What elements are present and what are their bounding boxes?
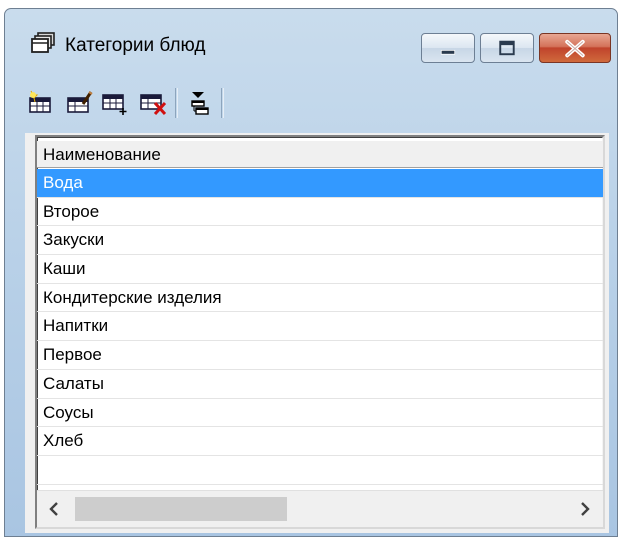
grid-rows: Вода Второе Закуски Каши Кондитерские из… bbox=[37, 169, 603, 485]
close-button[interactable] bbox=[539, 33, 611, 63]
table-row[interactable]: Вода bbox=[37, 169, 603, 198]
empty-row bbox=[37, 456, 603, 485]
move-down-icon[interactable] bbox=[185, 90, 213, 116]
close-icon bbox=[565, 39, 585, 58]
table-row[interactable]: Второе bbox=[37, 198, 603, 227]
window-title: Категории блюд bbox=[65, 35, 206, 56]
table-row[interactable]: Салаты bbox=[37, 370, 603, 399]
table-row[interactable]: Каши bbox=[37, 255, 603, 284]
table-row[interactable]: Соусы bbox=[37, 399, 603, 428]
horizontal-scrollbar[interactable] bbox=[37, 490, 603, 527]
minimize-icon bbox=[440, 49, 456, 55]
scroll-right-button[interactable] bbox=[567, 491, 603, 527]
table-row[interactable]: Закуски bbox=[37, 226, 603, 256]
toolbar bbox=[25, 82, 605, 126]
new-record-icon[interactable] bbox=[27, 90, 55, 116]
categories-window: Категории блюд Наименование Вода Второе … bbox=[4, 8, 618, 537]
maximize-icon bbox=[499, 40, 515, 56]
scroll-left-button[interactable] bbox=[37, 491, 73, 527]
table-row[interactable]: Напитки bbox=[37, 312, 603, 342]
scrollbar-thumb[interactable] bbox=[75, 497, 287, 521]
table-row[interactable]: Первое bbox=[37, 341, 603, 370]
table-row[interactable]: Кондитерские изделия bbox=[37, 284, 603, 313]
categories-grid[interactable]: Наименование Вода Второе Закуски Каши Ко… bbox=[35, 135, 605, 529]
table-stack-icon bbox=[31, 32, 55, 53]
client-area: Наименование Вода Второе Закуски Каши Ко… bbox=[25, 133, 609, 533]
chevron-left-icon bbox=[49, 502, 58, 516]
title-bar[interactable]: Категории блюд bbox=[5, 9, 617, 81]
maximize-button[interactable] bbox=[480, 33, 534, 63]
toolbar-separator bbox=[221, 88, 224, 118]
toolbar-separator bbox=[175, 88, 178, 118]
edit-record-icon[interactable] bbox=[65, 90, 93, 116]
column-header-name[interactable]: Наименование bbox=[43, 145, 161, 165]
add-record-icon[interactable] bbox=[101, 90, 129, 116]
delete-record-icon[interactable] bbox=[139, 90, 167, 116]
chevron-right-icon bbox=[581, 502, 590, 516]
minimize-button[interactable] bbox=[421, 33, 475, 63]
grid-header[interactable]: Наименование bbox=[37, 141, 603, 168]
table-row[interactable]: Хлеб bbox=[37, 427, 603, 456]
